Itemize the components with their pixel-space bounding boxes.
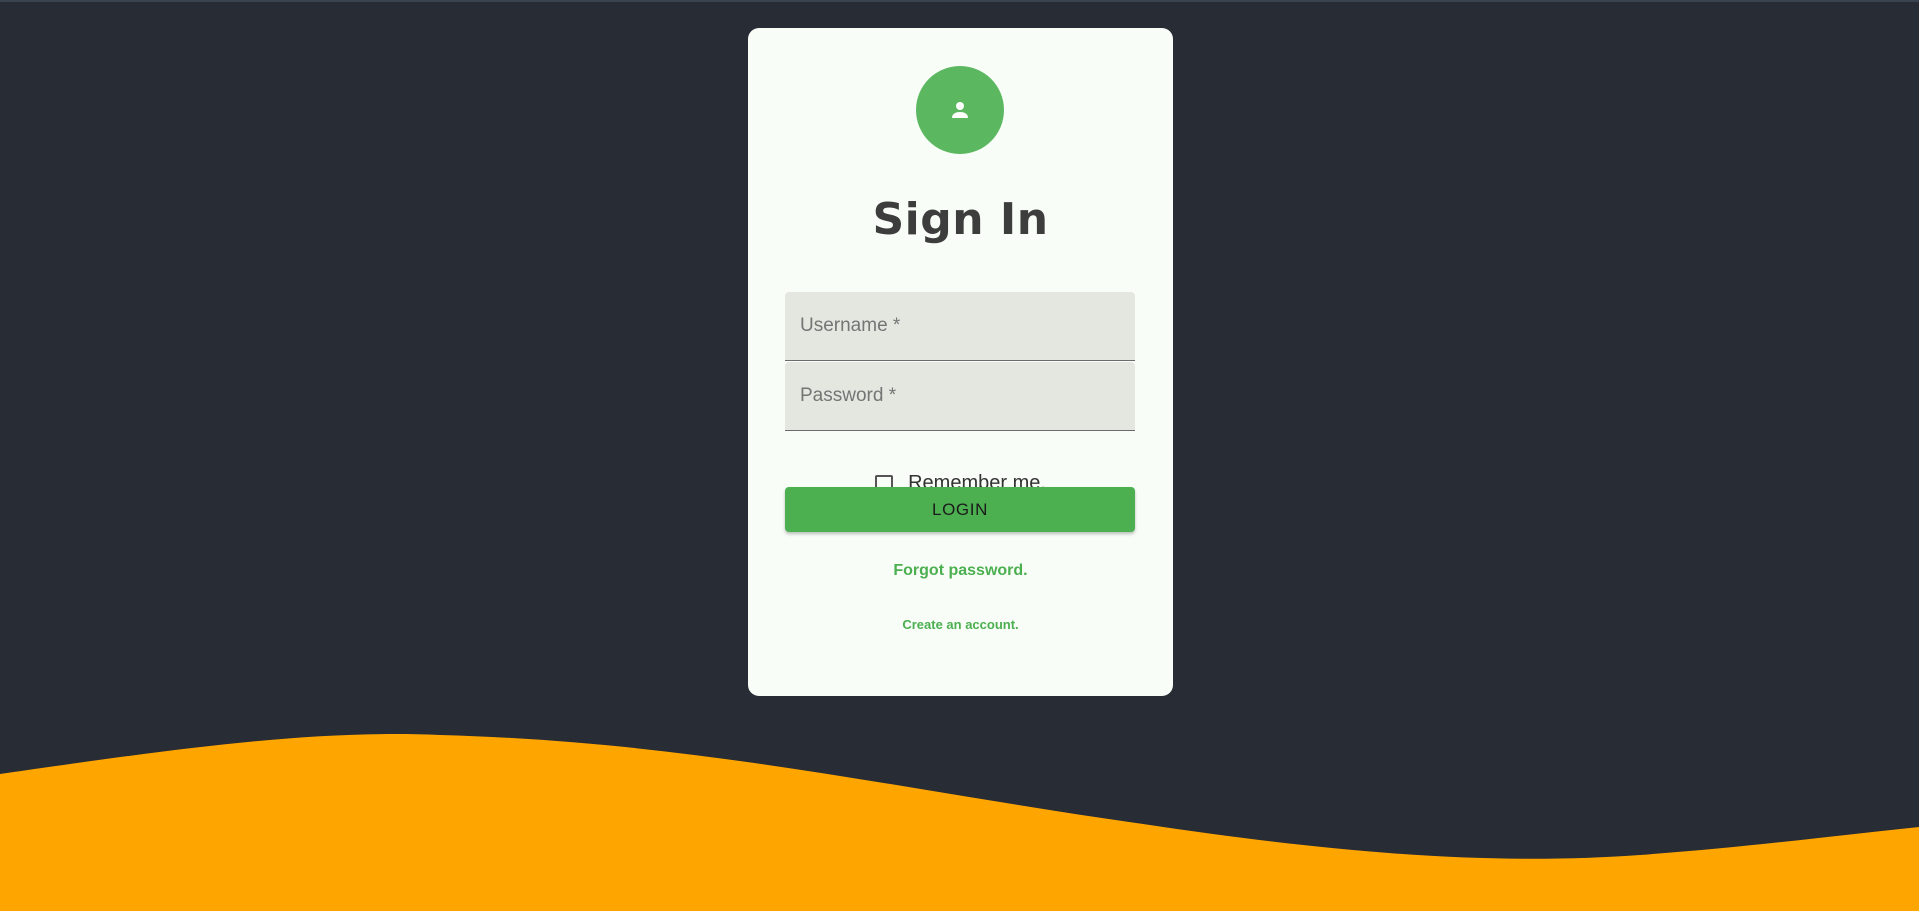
login-button[interactable]: LOGIN bbox=[785, 487, 1135, 532]
page-title: Sign In bbox=[872, 194, 1049, 245]
password-input[interactable] bbox=[785, 362, 1135, 430]
forgot-password-link-row: Forgot password. bbox=[748, 562, 1173, 580]
forgot-password-link[interactable]: Forgot password. bbox=[893, 562, 1027, 579]
avatar bbox=[916, 66, 1004, 154]
username-field[interactable] bbox=[785, 292, 1135, 361]
password-field[interactable] bbox=[785, 362, 1135, 431]
login-card: Sign In Remember me. LOGIN Forgot passwo… bbox=[748, 28, 1173, 696]
person-icon bbox=[952, 102, 968, 118]
username-input[interactable] bbox=[785, 292, 1135, 360]
create-account-link[interactable]: Create an account. bbox=[902, 617, 1018, 632]
create-account-link-row: Create an account. bbox=[748, 617, 1173, 632]
